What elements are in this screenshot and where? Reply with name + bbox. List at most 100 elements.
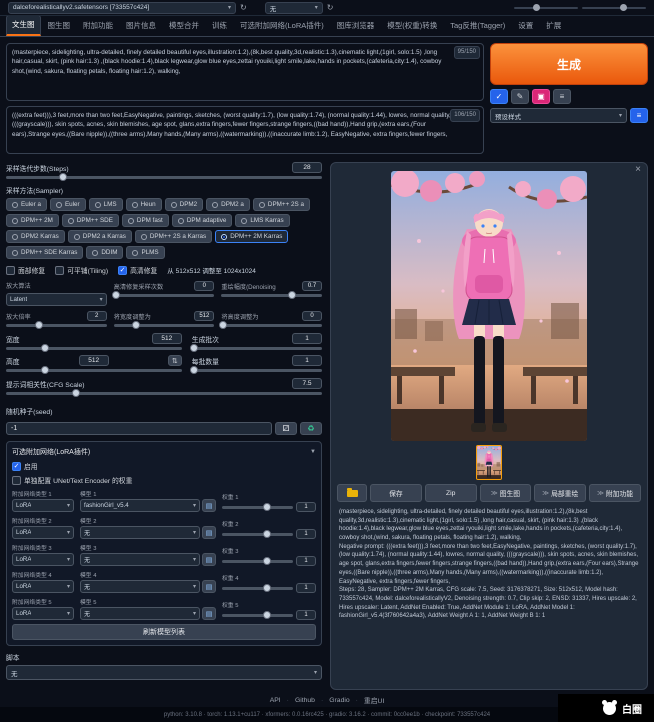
addnet-type-select[interactable]: LoRA▾ [12,499,74,512]
sampler-option[interactable]: DPM++ 2M [6,214,59,227]
slider-handle[interactable] [112,291,120,299]
denoising-input[interactable]: 0.7 [302,281,322,291]
cfg-input[interactable]: 7.5 [292,378,322,389]
slider-handle[interactable] [72,389,80,397]
addnet-type-select[interactable]: LoRA▾ [12,580,74,593]
sampler-option[interactable]: DPM2 a [206,198,250,211]
sampler-option[interactable]: Euler [50,198,86,211]
open-folder-button[interactable] [337,484,367,502]
hires-fix-checkbox[interactable]: 高清修复 [118,265,157,275]
addnet-model-select[interactable]: 无▾ [80,526,200,539]
hires-steps-input[interactable]: 0 [194,281,214,291]
addnet-enable-checkbox[interactable]: 启用 [12,461,316,471]
slider-handle[interactable] [41,366,49,374]
sampler-option[interactable]: PLMS [126,246,164,259]
slider-track[interactable] [221,294,322,297]
slider-track[interactable] [222,506,293,509]
sampler-option-selected[interactable]: DPM++ 2M Karras [215,230,288,243]
generate-button[interactable]: 生成 [490,43,648,85]
slider-track[interactable] [222,614,293,617]
sampler-option[interactable]: LMS Karras [235,214,289,227]
send-to-inpaint-button[interactable]: ≫局部重绘 [534,484,586,502]
slider-handle[interactable] [132,321,140,329]
refresh-checkpoint-icon[interactable]: ↻ [240,4,247,12]
model-info-button[interactable]: ▤ [202,607,216,620]
tab-txt2img[interactable]: 文生图 [6,16,41,36]
model-info-button[interactable]: ▤ [202,526,216,539]
weight-input[interactable]: 1 [296,556,316,566]
tab-settings[interactable]: 设置 [512,16,539,36]
slider-track[interactable] [114,294,215,297]
tab-img2img[interactable]: 图生图 [42,16,77,36]
slider-handle[interactable] [263,584,271,592]
sampler-option[interactable]: DPM fast [122,214,169,227]
slider-track[interactable] [6,347,182,350]
sampler-option[interactable]: DPM++ 2S a [253,198,310,211]
addnet-type-select[interactable]: LoRA▾ [12,553,74,566]
styles-select[interactable]: 预设样式 ▾ [490,108,627,123]
zip-button[interactable]: Zip [425,484,477,502]
tab-extensions[interactable]: 扩展 [540,16,567,36]
batch-size-slider[interactable]: 每批数量1 [192,355,322,372]
clear-prompt-button[interactable]: ✎ [511,89,529,104]
tab-extras[interactable]: 附加功能 [77,16,119,36]
width-slider[interactable]: 宽度512 [6,333,182,350]
upscale-by-input[interactable]: 2 [87,311,107,321]
cfg-slider[interactable]: 提示词相关性(CFG Scale) 7.5 [6,378,322,395]
slider-track[interactable] [6,324,107,327]
slider-handle[interactable] [533,4,540,11]
slider-track[interactable] [222,587,293,590]
sampler-option[interactable]: Heun [126,198,162,211]
height-input[interactable]: 512 [79,355,109,366]
addnet-model-select[interactable]: 无▾ [80,553,200,566]
slider-track[interactable] [222,533,293,536]
slider-handle[interactable] [190,366,198,374]
slider-handle[interactable] [263,503,271,511]
batch-count-slider[interactable]: 生成批次1 [192,333,322,350]
clip-skip-slider[interactable] [514,7,578,9]
sampler-option[interactable]: DPM++ 2S a Karras [135,230,212,243]
save-style-button[interactable]: ≡ [630,108,648,123]
sampler-option[interactable]: DPM2 a Karras [68,230,132,243]
steps-input[interactable]: 28 [292,162,322,173]
random-seed-button[interactable]: ⚂ [275,422,297,435]
tab-model-converter[interactable]: 模型(权重)转换 [381,16,443,36]
sampler-option[interactable]: DPM++ SDE [62,214,119,227]
sampler-option[interactable]: Euler a [6,198,47,211]
steps-slider[interactable]: 采样迭代步数(Steps) 28 [6,162,322,179]
resize-height-input[interactable]: 0 [302,311,322,321]
resize-width-input[interactable]: 512 [194,311,214,321]
slider-track[interactable] [6,392,322,395]
tab-checkpoint-merger[interactable]: 模型合并 [163,16,205,36]
sampler-option[interactable]: DPM++ SDE Karras [6,246,83,259]
refresh-vae-icon[interactable]: ↻ [327,4,334,12]
height-slider[interactable]: 高度 512 ⇅ [6,355,182,372]
gradio-link[interactable]: Gradio [329,697,349,704]
eta-noise-slider[interactable] [582,7,646,9]
negative-prompt-textarea[interactable]: (((extra feet))),3 feet,more than two fe… [6,106,484,154]
send-to-extras-button[interactable]: ≫附加功能 [589,484,641,502]
sampler-option[interactable]: DPM2 [165,198,204,211]
slider-track[interactable] [192,347,322,350]
slider-track[interactable] [6,176,322,179]
sampler-option[interactable]: DDIM [86,246,123,259]
sampler-option[interactable]: DPM2 Karras [6,230,65,243]
slider-handle[interactable] [35,321,43,329]
batch-size-input[interactable]: 1 [292,355,322,366]
model-info-button[interactable]: ▤ [202,580,216,593]
slider-track[interactable] [6,369,182,372]
refresh-models-button[interactable]: 刷新模型列表 [12,624,316,640]
checkpoint-select[interactable]: dalceforealisticallyv2.safetensors [7335… [8,2,236,14]
tab-train[interactable]: 训练 [206,16,233,36]
slider-handle[interactable] [263,611,271,619]
sampler-option[interactable]: LMS [89,198,123,211]
send-to-img2img-button[interactable]: ≫图生图 [480,484,532,502]
slider-handle[interactable] [190,344,198,352]
width-input[interactable]: 512 [152,333,182,344]
slider-handle[interactable] [288,291,296,299]
slider-handle[interactable] [263,557,271,565]
result-thumbnail[interactable] [476,445,502,480]
slider-handle[interactable] [41,344,49,352]
prompt-textarea[interactable]: (masterpiece, sidelighting, ultra-detail… [6,43,484,101]
slider-handle[interactable] [263,530,271,538]
